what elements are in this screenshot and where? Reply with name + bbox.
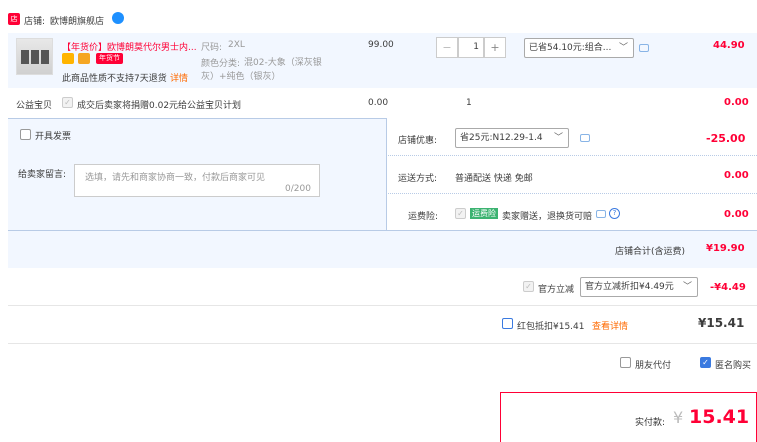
size-label: 尺码:: [201, 43, 223, 53]
help-icon[interactable]: ?: [609, 208, 620, 219]
insurance-label: 运费险:: [408, 212, 439, 222]
official-discount-label: 官方立减: [538, 285, 575, 295]
friend-pay-label: 朋友代付: [635, 361, 672, 371]
wangwang-chat-icon[interactable]: [112, 12, 124, 24]
divider: [386, 193, 757, 194]
shipping-method: 普通配送 快递 免邮: [455, 174, 533, 184]
official-discount-checkbox: ✓: [523, 281, 534, 292]
product-title[interactable]: 【年货价】欧博朗莫代尔男士内...: [62, 40, 197, 53]
product-thumbnail[interactable]: [16, 38, 53, 75]
redpacket-label: 红包抵扣¥15.41: [517, 322, 585, 332]
charity-text: 成交后卖家将捐赠0.02元给公益宝贝计划: [77, 101, 242, 111]
size-value: 2XL: [228, 40, 245, 50]
decrease-button[interactable]: −: [436, 37, 458, 58]
quantity-stepper: − 1 +: [436, 37, 506, 58]
divider: [8, 305, 757, 306]
discount-select[interactable]: 已省54.10元:组合... ﹀: [524, 38, 634, 58]
unit-price: 99.00: [368, 40, 394, 50]
insurance-text: 卖家赠送，退换货可赔: [502, 212, 593, 222]
chevron-down-icon: ﹀: [682, 282, 692, 292]
details-link[interactable]: 详情: [170, 71, 188, 84]
anonymous-label: 匿名购买: [715, 361, 752, 371]
divider: [8, 343, 757, 344]
comment-icon[interactable]: [596, 210, 606, 218]
invoice-label: 开具发票: [35, 132, 72, 142]
insurance-tag: 运费险: [470, 208, 498, 219]
divider: [386, 118, 387, 230]
charity-checkbox: ✓: [62, 97, 73, 108]
invoice-checkbox[interactable]: [20, 129, 31, 140]
shop-discount-amount: -25.00: [706, 132, 746, 145]
festival-badge: 年货节: [96, 53, 123, 64]
shop-discount-label: 店铺优惠:: [398, 136, 438, 146]
item-subtotal: 44.90: [713, 40, 745, 51]
comment-icon[interactable]: [580, 134, 590, 142]
chevron-down-icon: ﹀: [553, 133, 563, 143]
discount-select-value: 已省54.10元:组合...: [529, 43, 612, 53]
redpacket-details-link[interactable]: 查看详情: [592, 319, 628, 332]
no-return-notice: 此商品性质不支持7天退货: [62, 74, 167, 84]
buyer-message-counter: 0/200: [285, 184, 311, 194]
buyer-message-label: 给卖家留言:: [18, 170, 67, 180]
charity-price: 0.00: [368, 98, 389, 108]
payment-label: 实付款:: [635, 418, 666, 428]
shop-discount-value: 省25元:N12.29-1.4: [460, 133, 543, 143]
chevron-down-icon: ﹀: [618, 43, 628, 53]
buyer-message-placeholder: 选填，请先和商家协商一致，付款后商家可见: [85, 173, 266, 183]
payment-amount: 15.41: [689, 406, 750, 428]
payment-summary-box: 实付款: ¥ 15.41: [500, 392, 757, 442]
guarantee-icon: [62, 53, 74, 64]
quantity-input[interactable]: 1: [458, 37, 484, 58]
comment-icon[interactable]: [639, 44, 649, 52]
charity-subtotal: 0.00: [724, 97, 749, 108]
divider: [386, 155, 757, 156]
shop-total-amount: ¥19.90: [706, 243, 745, 254]
shipping-label: 运送方式:: [398, 174, 438, 184]
official-discount-amount: -¥4.49: [710, 282, 746, 293]
redpacket-checkbox[interactable]: [502, 318, 513, 329]
shop-name[interactable]: 欧博朗旗舰店: [50, 14, 104, 27]
official-discount-value: 官方立减折扣¥4.49元: [585, 282, 674, 292]
insurance-amount: 0.00: [724, 209, 749, 220]
shop-total-label: 店铺合计(含运费): [615, 247, 686, 257]
official-discount-select[interactable]: 官方立减折扣¥4.49元 ﹀: [580, 277, 698, 297]
coin-icon: [78, 53, 90, 64]
redpacket-amount: ¥15.41: [698, 316, 745, 330]
charity-label: 公益宝贝: [16, 101, 53, 111]
shop-discount-select[interactable]: 省25元:N12.29-1.4 ﹀: [455, 128, 569, 148]
charity-qty: 1: [466, 98, 472, 108]
shipping-amount: 0.00: [724, 170, 749, 181]
increase-button[interactable]: +: [484, 37, 506, 58]
color-value: 混02-大象（深灰银灰）+纯色（银灰）: [201, 58, 322, 82]
shop-label: 店铺:: [24, 17, 46, 27]
payment-currency: ¥: [673, 408, 684, 427]
shop-icon: 店: [8, 13, 20, 25]
buyer-message-input[interactable]: 选填，请先和商家协商一致，付款后商家可见 0/200: [74, 164, 320, 197]
anonymous-checkbox[interactable]: ✓: [700, 357, 711, 368]
friend-pay-checkbox[interactable]: [620, 357, 631, 368]
insurance-checkbox: ✓: [455, 208, 466, 219]
